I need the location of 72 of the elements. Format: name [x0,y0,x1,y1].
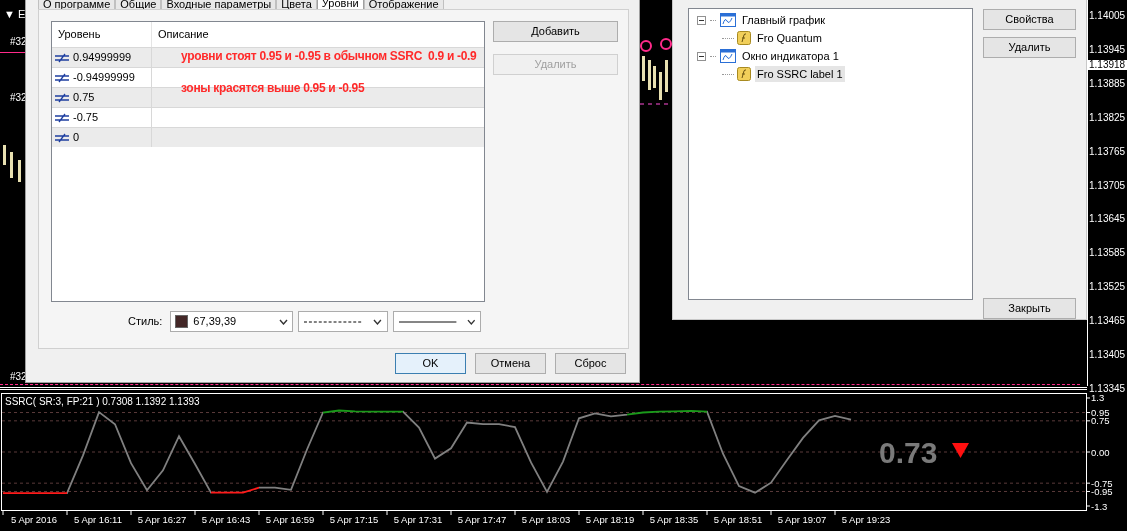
price-label: 1.13918 [1088,60,1127,71]
chart-window-icon [720,13,736,27]
candlestick-drawing [640,38,672,106]
line-style-dropdown[interactable] [393,311,482,332]
button[interactable]: Добавить [493,21,618,42]
level-line-icon [54,112,70,123]
value-label: 0.73 [879,436,938,469]
level-value: -0.75 [73,110,99,126]
price-label: 1.13525 [1088,282,1127,293]
axis-label: 5 Apr 18:51 [713,514,763,525]
axis-label: 5 Apr 19:23 [841,514,891,525]
axis-label: 5 Apr 18:03 [521,514,571,525]
axis-label: 5 Apr 19:07 [777,514,827,525]
level-value: 0 [73,130,80,146]
tree-item[interactable]: Окно индикатора 1 [740,47,841,65]
axis-label: 5 Apr 16:11 [74,514,122,525]
level-value: -0.94999999 [73,70,135,86]
axis-label: 5 Apr 2016 [11,514,57,525]
price-label: 1.13645 [1088,214,1127,225]
annotation-text: уровни стоят 0.95 и -0.95 в обычном SSRC 0.9 и -0.9 [181,49,477,64]
button[interactable]: Отмена [475,353,546,374]
chart-window-icon [720,49,736,63]
axis-label: 5 Apr 16:27 [137,514,187,525]
level-line-icon [54,72,70,83]
indicator-title: SSRC( SR:3, FP:21 ) 0.7308 1.1392 1.1393 [5,396,200,407]
caret-icon [279,318,289,325]
price-label: 1.13885 [1088,78,1127,89]
price-label: 1.13585 [1088,248,1127,259]
close-button[interactable]: Закрыть [983,298,1076,319]
tree-item[interactable]: Главный график [740,11,828,29]
axis-label: 5 Apr 16:43 [201,514,251,525]
axis-label: 5 Apr 16:59 [265,514,315,525]
price-label: 1.13765 [1088,146,1127,157]
level-value: 0.75 [73,90,95,106]
level-value: 0.94999999 [73,50,132,66]
axis-label: 5 Apr 18:35 [649,514,699,525]
style-label: Стиль: [128,314,163,330]
price-label: 1.13705 [1088,180,1127,191]
collapse-icon[interactable] [697,15,706,25]
button[interactable]: OK [395,353,466,374]
tree-item[interactable]: Fro SSRC label 1 [755,65,845,83]
axis-label: -1.3 [1091,500,1108,512]
level-line-icon [54,92,70,103]
indicator-icon [737,66,752,82]
price-label: 1.13825 [1088,112,1127,123]
axis-label: -0.75 [1091,477,1113,489]
button[interactable]: Удалить [983,37,1076,58]
indicator-icon [737,30,752,46]
axis-label: 5 Apr 17:47 [457,514,507,525]
line-style-dropdown[interactable] [298,311,389,332]
level-line-icon [54,132,70,143]
caret-icon [466,318,476,325]
collapse-icon[interactable] [697,51,706,61]
price-label: 1.13405 [1088,350,1127,360]
button[interactable]: Сброс [555,353,626,374]
level-line-icon [54,52,70,63]
price-label: 1.13465 [1088,316,1127,327]
axis-label: 5 Apr 17:31 [393,514,443,525]
tree-item[interactable]: Fro Quantum [755,29,824,47]
button[interactable]: Свойства [983,9,1076,30]
annotation-text: зоны красятся выше 0.95 и -0.95 [181,81,365,96]
axis-label: 0.00 [1091,446,1110,458]
caret-icon [373,318,383,325]
axis-label: 1.3 [1091,392,1105,404]
axis-label: 5 Apr 17:15 [329,514,379,525]
color-dropdown[interactable]: 67,39,39 [170,311,294,332]
price-label: 1.13945 [1088,44,1127,55]
price-label: 1.14005 [1088,11,1127,21]
axis-label: 5 Apr 18:19 [585,514,635,525]
price-label: 1.13345 [1088,383,1127,394]
chart-menu-label[interactable]: ▼ E [4,8,26,20]
column-header[interactable]: Описание [152,22,484,47]
